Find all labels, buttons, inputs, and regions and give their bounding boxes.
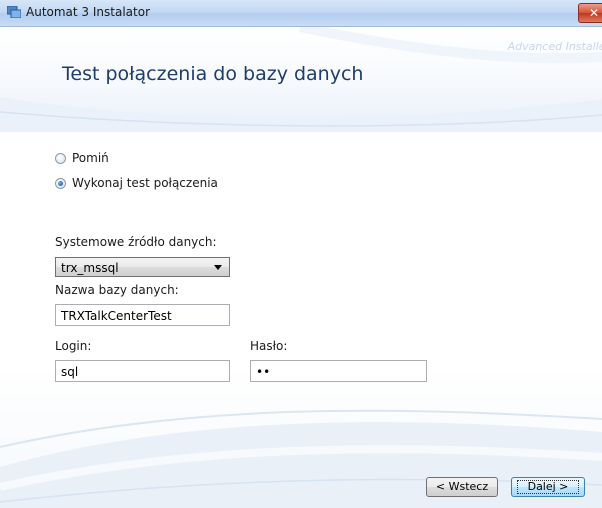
next-button-label: Dalej > [516, 480, 580, 494]
window-title: Automat 3 Instalator [26, 5, 150, 19]
radio-skip-indicator[interactable] [55, 152, 66, 164]
radio-test-connection-indicator[interactable] [55, 177, 66, 189]
close-button[interactable]: ✕ [578, 3, 602, 23]
installer-window: Automat 3 Instalator ✕ Advanced Installe… [0, 0, 602, 508]
db-name-label: Nazwa bazy danych: [55, 283, 179, 297]
dsn-dropdown[interactable]: trx_mssql [55, 257, 230, 277]
advanced-installer-watermark: Advanced Installer [507, 40, 602, 53]
header-band: Advanced Installer Test połączenia do ba… [0, 27, 602, 132]
db-name-input[interactable]: TRXTalkCenterTest [55, 304, 230, 326]
dsn-label: Systemowe źródło danych: [55, 235, 217, 249]
radio-test-connection-label: Wykonaj test połączenia [72, 176, 218, 190]
next-button[interactable]: Dalej > [511, 477, 585, 497]
login-value: sql [61, 365, 79, 379]
login-input[interactable]: sql [55, 360, 230, 382]
login-label: Login: [55, 339, 92, 353]
installer-app-icon [7, 6, 21, 18]
page-title: Test połączenia do bazy danych [62, 63, 364, 85]
password-input[interactable]: •• [250, 360, 427, 382]
radio-skip[interactable]: Pomiń [55, 151, 109, 165]
close-icon: ✕ [588, 6, 600, 20]
back-button[interactable]: < Wstecz [426, 477, 498, 497]
password-masked-value: •• [256, 365, 271, 379]
password-label: Hasło: [250, 339, 288, 353]
radio-test-connection[interactable]: Wykonaj test połączenia [55, 176, 218, 190]
radio-skip-label: Pomiń [72, 151, 109, 165]
db-name-value: TRXTalkCenterTest [61, 309, 172, 323]
wizard-page: Advanced Installer Test połączenia do ba… [0, 27, 602, 508]
title-bar[interactable]: Automat 3 Instalator ✕ [0, 0, 602, 27]
back-button-label: < Wstecz [435, 480, 489, 493]
chevron-down-icon[interactable] [214, 265, 222, 270]
dsn-selected-value: trx_mssql [61, 261, 119, 275]
